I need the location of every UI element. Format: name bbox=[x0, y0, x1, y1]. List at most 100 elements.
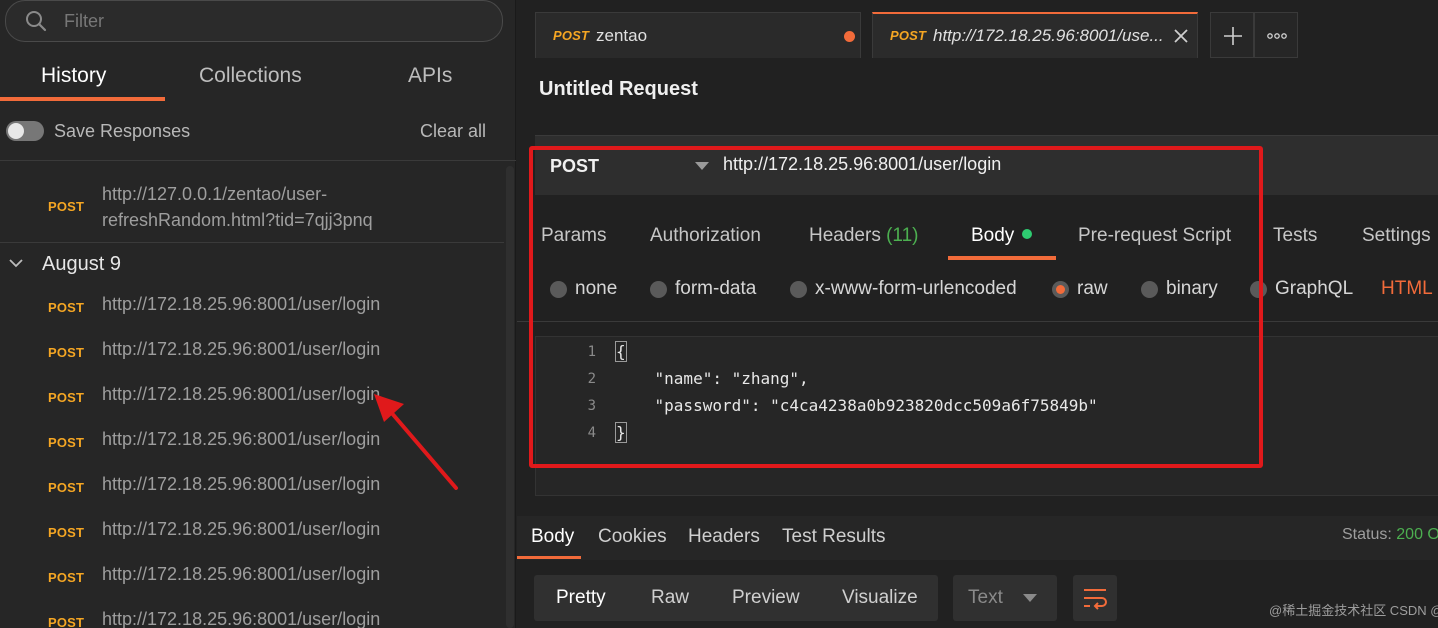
method-badge: POST bbox=[48, 480, 85, 495]
history-url: http://172.18.25.96:8001/user/login bbox=[102, 609, 381, 628]
history-url: http://172.18.25.96:8001/user/login bbox=[102, 384, 381, 404]
resp-tab-body[interactable]: Body bbox=[531, 526, 574, 548]
method-badge: POST bbox=[48, 199, 85, 214]
sidebar: History Collections APIs Save Responses … bbox=[0, 0, 516, 628]
history-item[interactable]: POST http://172.18.25.96:8001/user/login bbox=[0, 603, 504, 628]
history-item[interactable]: POST http://127.0.0.1/zentao/user-refres… bbox=[0, 179, 504, 243]
tab-name: zentao bbox=[596, 26, 648, 45]
history-url: http://127.0.0.1/zentao/user-refreshRand… bbox=[102, 184, 373, 230]
radio-label: GraphQL bbox=[1275, 278, 1354, 299]
history-item[interactable]: POST http://172.18.25.96:8001/user/login bbox=[0, 423, 504, 468]
view-preview-button[interactable]: Preview bbox=[732, 587, 800, 609]
wrap-lines-button[interactable] bbox=[1073, 575, 1117, 621]
format-label: Text bbox=[968, 587, 1003, 608]
new-tab-button[interactable] bbox=[1210, 12, 1254, 58]
status-code: 200 O bbox=[1396, 526, 1438, 543]
radio-circle bbox=[790, 281, 807, 298]
tab-settings[interactable]: Settings bbox=[1362, 225, 1431, 247]
history-item[interactable]: POST http://172.18.25.96:8001/user/login bbox=[0, 513, 504, 558]
method-badge: POST bbox=[48, 435, 85, 450]
code-line: { bbox=[615, 341, 627, 362]
main-panel: POST zentao POST http://172.18.25.96:800… bbox=[517, 0, 1438, 628]
tab-history[interactable]: History bbox=[41, 64, 106, 88]
request-title[interactable]: Untitled Request bbox=[539, 78, 698, 101]
line-number: 1 bbox=[587, 344, 596, 360]
method-select[interactable]: POST bbox=[550, 156, 599, 177]
request-tab-active[interactable]: POST http://172.18.25.96:8001/use... bbox=[872, 12, 1198, 58]
raw-type-select[interactable]: HTML bbox=[1381, 278, 1433, 300]
tab-tests[interactable]: Tests bbox=[1273, 225, 1317, 247]
active-tab-indicator bbox=[517, 556, 581, 559]
divider bbox=[0, 242, 504, 243]
radio-label: binary bbox=[1166, 278, 1218, 299]
clear-all-button[interactable]: Clear all bbox=[420, 121, 486, 142]
method-badge: POST bbox=[48, 300, 85, 315]
code-line: "password": "c4ca4238a0b923820dcc509a6f7… bbox=[616, 396, 1098, 415]
request-tab[interactable]: POST zentao bbox=[535, 12, 861, 58]
active-tab-indicator bbox=[948, 256, 1056, 260]
request-tab-bar: POST zentao POST http://172.18.25.96:800… bbox=[517, 0, 1438, 58]
response-view-segment: Pretty Raw Preview Visualize bbox=[534, 575, 938, 621]
view-visualize-button[interactable]: Visualize bbox=[842, 587, 918, 609]
radio-circle bbox=[650, 281, 667, 298]
caret-down-icon bbox=[1023, 594, 1037, 602]
history-url: http://172.18.25.96:8001/user/login bbox=[102, 564, 381, 584]
radio-label: x-www-form-urlencoded bbox=[815, 278, 1017, 299]
view-raw-button[interactable]: Raw bbox=[651, 587, 689, 609]
history-item[interactable]: POST http://172.18.25.96:8001/user/login bbox=[0, 558, 504, 603]
url-input[interactable]: http://172.18.25.96:8001/user/login bbox=[723, 154, 1001, 175]
resp-tab-test-results[interactable]: Test Results bbox=[782, 526, 885, 548]
tab-headers-label: Headers bbox=[809, 225, 881, 246]
toggle-knob bbox=[8, 123, 24, 139]
history-group-label: August 9 bbox=[42, 253, 121, 275]
more-tabs-button[interactable] bbox=[1254, 12, 1298, 58]
radio-label: raw bbox=[1077, 278, 1108, 299]
watermark: @稀土掘金技术社区 CSDN @虫无涯 bbox=[1269, 603, 1438, 618]
filter-input[interactable] bbox=[64, 7, 484, 35]
body-editor[interactable]: 1 { 2 "name": "zhang", 3 "password": "c4… bbox=[535, 336, 1438, 496]
tab-params[interactable]: Params bbox=[541, 225, 606, 247]
save-responses-toggle[interactable] bbox=[6, 121, 44, 141]
tab-headers[interactable]: Headers (11) bbox=[809, 225, 919, 247]
radio-circle bbox=[1250, 281, 1267, 298]
search-icon bbox=[26, 11, 47, 32]
line-number: 2 bbox=[587, 371, 596, 387]
tab-prerequest-script[interactable]: Pre-request Script bbox=[1078, 225, 1231, 247]
close-icon[interactable] bbox=[1173, 28, 1189, 44]
resp-tab-cookies[interactable]: Cookies bbox=[598, 526, 667, 548]
chevron-down-icon bbox=[9, 259, 23, 268]
view-pretty-button[interactable]: Pretty bbox=[556, 587, 606, 609]
resp-tab-headers[interactable]: Headers bbox=[688, 526, 760, 548]
history-item[interactable]: POST http://172.18.25.96:8001/user/login bbox=[0, 288, 504, 333]
tab-authorization[interactable]: Authorization bbox=[650, 225, 761, 247]
more-icon bbox=[1267, 33, 1287, 39]
history-url: http://172.18.25.96:8001/user/login bbox=[102, 429, 381, 449]
line-number: 4 bbox=[587, 425, 596, 441]
tab-name: http://172.18.25.96:8001/use... bbox=[933, 26, 1164, 45]
tab-apis[interactable]: APIs bbox=[408, 64, 452, 88]
body-indicator-dot-icon bbox=[1022, 228, 1033, 239]
method-badge: POST bbox=[48, 525, 85, 540]
history-item[interactable]: POST http://172.18.25.96:8001/user/login bbox=[0, 333, 504, 378]
tab-collections[interactable]: Collections bbox=[199, 64, 302, 88]
wrap-icon bbox=[1084, 589, 1107, 610]
response-tabs: Body Cookies Headers Test Results bbox=[517, 516, 1438, 560]
save-responses-label: Save Responses bbox=[54, 121, 191, 141]
format-select[interactable]: Text bbox=[953, 575, 1057, 621]
status-label: Status: bbox=[1342, 526, 1392, 543]
method-badge: POST bbox=[890, 28, 927, 43]
radio-circle-selected bbox=[1052, 281, 1069, 298]
history-item[interactable]: POST http://172.18.25.96:8001/user/login bbox=[0, 468, 504, 513]
unsaved-dot-icon bbox=[844, 31, 855, 42]
code-line: "name": "zhang", bbox=[616, 369, 809, 388]
tab-body[interactable]: Body bbox=[971, 225, 1033, 247]
filter-box[interactable] bbox=[5, 0, 503, 42]
radio-label: none bbox=[575, 278, 618, 299]
sidebar-scrollbar[interactable] bbox=[506, 166, 514, 628]
code-line: } bbox=[615, 422, 627, 443]
method-badge: POST bbox=[553, 28, 590, 43]
history-item[interactable]: POST http://172.18.25.96:8001/user/login bbox=[0, 378, 504, 423]
radio-circle bbox=[550, 281, 567, 298]
caret-down-icon[interactable] bbox=[695, 162, 709, 170]
history-url: http://172.18.25.96:8001/user/login bbox=[102, 474, 381, 494]
